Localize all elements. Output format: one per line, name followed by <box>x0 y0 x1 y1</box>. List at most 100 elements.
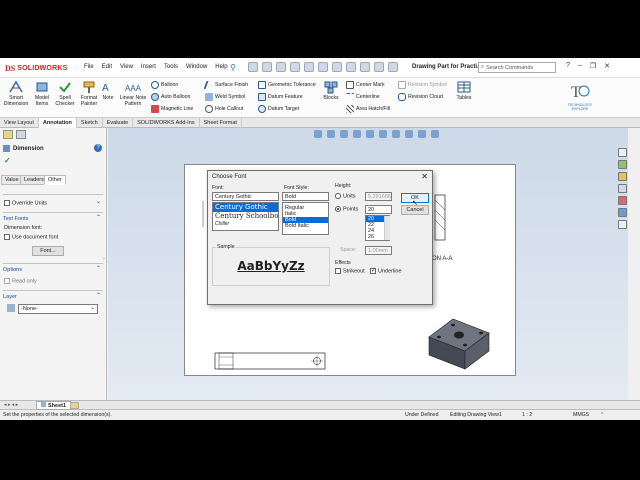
search-commands-input[interactable]: ⌕ Search Commands <box>478 62 556 73</box>
model-items-button[interactable]: Model Items <box>31 80 53 107</box>
read-only-checkbox[interactable]: Read only <box>4 278 37 284</box>
menu-window[interactable]: Window <box>186 64 207 70</box>
custom-properties-icon[interactable] <box>618 208 627 217</box>
units-input[interactable]: 5.2916666 <box>365 192 392 201</box>
solidworks-resources-icon[interactable] <box>618 148 627 157</box>
strikeout-box[interactable] <box>335 268 341 274</box>
view-settings-icon[interactable] <box>418 130 426 138</box>
units-radio-button[interactable] <box>335 193 341 199</box>
forum-icon[interactable] <box>618 220 627 229</box>
pin-icon[interactable]: ⚲ <box>230 63 236 72</box>
select-icon[interactable] <box>346 62 356 72</box>
magnetic-line-button[interactable]: Magnetic Line <box>151 105 193 113</box>
tab-solidworks-add-ins[interactable]: SOLIDWORKS Add-Ins <box>133 118 200 128</box>
menu-insert[interactable]: Insert <box>141 64 156 70</box>
menu-edit[interactable]: Edit <box>102 64 112 70</box>
layer-header[interactable]: Layer <box>3 294 17 300</box>
restore-icon[interactable]: ❐ <box>590 62 596 70</box>
status-scale[interactable]: 1 : 2 <box>522 412 532 418</box>
undo-icon[interactable] <box>318 62 328 72</box>
zoom-to-fit-icon[interactable] <box>314 130 322 138</box>
font-style-list[interactable]: Regular Italic Bold Bold Italic <box>282 202 329 235</box>
subtab-other[interactable]: Other <box>44 175 66 185</box>
display-style-icon[interactable] <box>379 130 387 138</box>
help-icon[interactable]: ? <box>566 62 570 70</box>
geometric-tolerance-button[interactable]: Geometric Tolerance <box>258 81 316 89</box>
zoom-to-area-icon[interactable] <box>327 130 335 138</box>
chevron-up-icon[interactable]: ⌃ <box>96 265 101 272</box>
points-radio[interactable]: Points <box>335 206 358 212</box>
close-icon[interactable]: ✕ <box>604 62 610 70</box>
view-palette-icon[interactable] <box>618 184 627 193</box>
datum-target-button[interactable]: Datum Target <box>258 105 299 113</box>
override-units-checkbox[interactable]: Override Units <box>4 200 47 206</box>
balloon-button[interactable]: Balloon <box>151 81 178 89</box>
read-only-box[interactable] <box>4 278 10 284</box>
weld-symbol-button[interactable]: Weld Symbol <box>205 93 245 101</box>
font-option[interactable]: Century Gothic <box>213 203 278 212</box>
open-icon[interactable] <box>276 62 286 72</box>
redo-icon[interactable] <box>332 62 342 72</box>
smart-dimension-button[interactable]: Smart Dimension <box>3 80 29 107</box>
menu-file[interactable]: File <box>84 64 94 70</box>
tab-annotation[interactable]: Annotation <box>38 118 77 128</box>
font-option[interactable]: Chiller <box>213 221 278 228</box>
appearance-icon[interactable] <box>405 130 413 138</box>
tab-sheet-format[interactable]: Sheet Format <box>200 118 242 128</box>
help-button[interactable]: ? <box>94 144 102 152</box>
use-document-font-box[interactable] <box>4 234 10 240</box>
note-button[interactable]: A Note <box>101 80 115 101</box>
chevron-up-icon[interactable]: ⌃ <box>96 214 101 221</box>
design-library-icon[interactable] <box>618 160 627 169</box>
tab-view-layout[interactable]: View Layout <box>0 118 39 128</box>
feature-tree-tab-icon[interactable] <box>16 130 26 139</box>
previous-view-icon[interactable] <box>340 130 348 138</box>
sheet-tab[interactable]: Sheet1 <box>36 401 72 410</box>
close-icon[interactable]: ✕ <box>421 172 428 181</box>
surface-finish-button[interactable]: Surface Finish <box>203 81 248 89</box>
chevron-up-icon[interactable]: ⌃ <box>96 292 101 299</box>
print-icon[interactable] <box>304 62 314 72</box>
chevron-up-icon[interactable]: ⌃ <box>600 412 604 418</box>
font-button[interactable]: Font... <box>32 246 64 256</box>
layer-select[interactable]: -None- ⌄ <box>18 304 98 314</box>
options-header[interactable]: Options <box>3 267 22 273</box>
underline-checkbox[interactable]: ✓ Underline <box>370 268 402 274</box>
options-gear-icon[interactable] <box>388 62 398 72</box>
section-view-icon[interactable] <box>353 130 361 138</box>
tables-button[interactable]: Tables <box>455 80 473 101</box>
ok-check-icon[interactable]: ✓ <box>4 156 11 165</box>
font-input[interactable]: Century Gothic <box>212 192 279 201</box>
text-fonts-header[interactable]: Text Fonts <box>3 216 28 222</box>
tab-sketch[interactable]: Sketch <box>77 118 103 128</box>
spell-checker-button[interactable]: Spell Checker <box>54 80 76 107</box>
menu-view[interactable]: View <box>120 64 133 70</box>
revision-cloud-button[interactable]: Revision Cloud <box>398 93 443 101</box>
space-input[interactable]: 1.00mm <box>365 246 392 255</box>
new-document-icon[interactable] <box>262 62 272 72</box>
rebuild-icon[interactable] <box>360 62 370 72</box>
home-icon[interactable] <box>248 62 258 72</box>
font-style-input[interactable]: Bold <box>282 192 329 201</box>
units-radio[interactable]: Units <box>335 193 356 199</box>
tab-evaluate[interactable]: Evaluate <box>103 118 134 128</box>
sheet-navigation-arrows[interactable]: ◂ ▸ ◂ ▸ <box>4 402 18 408</box>
display-monitor-icon[interactable] <box>431 130 439 138</box>
menu-tools[interactable]: Tools <box>164 64 178 70</box>
revision-symbol-button[interactable]: Revision Symbol <box>398 81 447 89</box>
appearances-icon[interactable] <box>618 196 627 205</box>
underline-box[interactable]: ✓ <box>370 268 376 274</box>
centerline-button[interactable]: Centerline <box>346 93 380 101</box>
font-list[interactable]: Century Gothic Century Schoolbo Chiller <box>212 202 279 231</box>
blocks-button[interactable]: Blocks <box>322 80 340 101</box>
file-explorer-icon[interactable] <box>618 172 627 181</box>
file-properties-icon[interactable] <box>374 62 384 72</box>
chevron-down-icon[interactable]: ⌄ <box>96 198 101 205</box>
save-icon[interactable] <box>290 62 300 72</box>
menu-help[interactable]: Help <box>215 64 227 70</box>
format-painter-button[interactable]: Format Painter <box>77 80 101 107</box>
minimize-icon[interactable]: – <box>578 62 582 70</box>
points-list-scrollbar[interactable] <box>384 216 390 240</box>
datum-feature-button[interactable]: Datum Feature <box>258 93 303 101</box>
collapse-panel-icon[interactable]: › <box>103 256 105 262</box>
